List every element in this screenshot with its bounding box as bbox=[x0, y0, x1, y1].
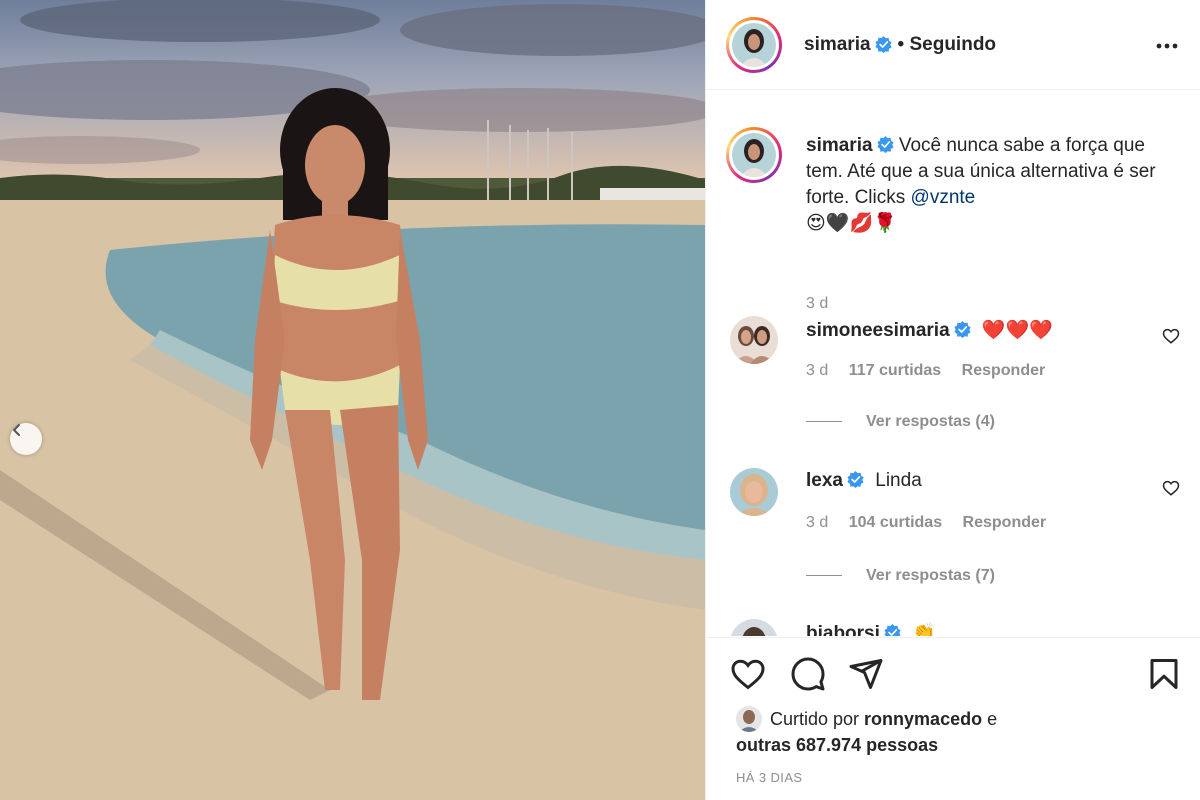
author-avatar-image bbox=[732, 22, 776, 67]
carousel-prev-button[interactable] bbox=[10, 423, 42, 455]
comment-text-line: biaborsi 👏 bbox=[806, 621, 936, 636]
liked-by-username[interactable]: ronnymacedo bbox=[864, 709, 982, 729]
liked-by-mid: e bbox=[982, 709, 998, 729]
paper-plane-icon[interactable] bbox=[848, 656, 884, 692]
liked-by-others[interactable]: outras 687.974 pessoas bbox=[736, 735, 938, 755]
comment-bubble-icon[interactable] bbox=[790, 656, 826, 692]
commenter-avatar-image bbox=[730, 316, 778, 364]
liker-avatar[interactable] bbox=[736, 706, 762, 732]
commenter-avatar[interactable] bbox=[730, 316, 778, 364]
verified-badge-icon bbox=[884, 624, 901, 636]
replies-divider bbox=[806, 421, 842, 423]
beach-photo-illustration bbox=[0, 0, 705, 800]
caption-username[interactable]: simaria bbox=[806, 135, 873, 156]
view-replies-button[interactable]: Ver respostas (7) bbox=[806, 567, 995, 585]
comment-text-line: lexa Linda bbox=[806, 470, 922, 492]
caption-author-avatar[interactable] bbox=[726, 127, 782, 183]
author-username[interactable]: simaria bbox=[804, 34, 871, 56]
comment-text: 👏 bbox=[912, 623, 936, 636]
author-avatar[interactable] bbox=[726, 16, 782, 73]
commenter-avatar-image bbox=[730, 468, 778, 516]
view-replies-button[interactable]: Ver respostas (4) bbox=[806, 413, 995, 431]
post-photo bbox=[0, 0, 705, 800]
comment-likes-count[interactable]: 117 curtidas bbox=[849, 362, 942, 379]
reply-button[interactable]: Responder bbox=[963, 514, 1047, 531]
caption-mention-link[interactable]: @vznte bbox=[911, 187, 976, 208]
follow-status[interactable]: • Seguindo bbox=[898, 34, 996, 56]
commenter-avatar-image bbox=[730, 619, 778, 636]
liked-by-prefix: Curtido por bbox=[770, 709, 865, 729]
post-date[interactable]: HÁ 3 DIAS bbox=[736, 770, 802, 785]
post-header: simaria • Seguindo bbox=[706, 0, 1200, 90]
heart-icon[interactable] bbox=[730, 656, 766, 692]
comment-meta: 3 d 104 curtidas Responder bbox=[806, 514, 1062, 532]
reply-button[interactable]: Responder bbox=[962, 362, 1046, 379]
comment-text: ❤️❤️❤️ bbox=[981, 320, 1053, 341]
comment-text: Linda bbox=[875, 470, 922, 491]
comment-meta: 3 d 117 curtidas Responder bbox=[806, 362, 1061, 380]
commenter-username[interactable]: simoneesimaria bbox=[806, 320, 950, 341]
verified-badge-icon bbox=[954, 321, 971, 338]
heart-icon[interactable] bbox=[1162, 327, 1180, 345]
post-actions-section: Curtido por ronnymacedo e outras 687.974… bbox=[706, 637, 1200, 800]
replies-divider bbox=[806, 575, 842, 577]
post-side-panel: simaria • Seguindo simaria Você nunca sa… bbox=[705, 0, 1200, 800]
caption-timestamp[interactable]: 3 d bbox=[806, 295, 828, 313]
liker-avatar-image bbox=[736, 706, 762, 732]
chevron-left-icon bbox=[13, 424, 20, 436]
view-replies-label: Ver respostas (4) bbox=[866, 413, 995, 430]
caption-emojis: 😍🖤💋🌹 bbox=[806, 213, 897, 234]
view-replies-label: Ver respostas (7) bbox=[866, 567, 995, 584]
caption-text-block: simaria Você nunca sabe a força que tem.… bbox=[806, 133, 1156, 237]
commenter-avatar[interactable] bbox=[730, 619, 778, 636]
comment-text-line: simoneesimaria ❤️❤️❤️ bbox=[806, 318, 1053, 342]
liked-by-summary: Curtido por ronnymacedo e outras 687.974… bbox=[736, 706, 997, 758]
heart-icon[interactable] bbox=[1162, 479, 1180, 497]
caption-avatar-image bbox=[732, 133, 776, 177]
commenter-username[interactable]: biaborsi bbox=[806, 623, 880, 636]
commenter-username[interactable]: lexa bbox=[806, 470, 843, 491]
comment-time[interactable]: 3 d bbox=[806, 514, 828, 531]
comment-time[interactable]: 3 d bbox=[806, 362, 828, 379]
more-options-icon[interactable] bbox=[1155, 36, 1179, 56]
bookmark-icon[interactable] bbox=[1146, 656, 1182, 692]
verified-badge-icon bbox=[876, 136, 894, 153]
verified-badge-icon bbox=[874, 36, 892, 53]
comment-likes-count[interactable]: 104 curtidas bbox=[849, 514, 942, 531]
commenter-avatar[interactable] bbox=[730, 468, 778, 516]
comments-scroll-area[interactable]: simaria Você nunca sabe a força que tem.… bbox=[706, 91, 1200, 636]
verified-badge-icon bbox=[847, 471, 864, 488]
